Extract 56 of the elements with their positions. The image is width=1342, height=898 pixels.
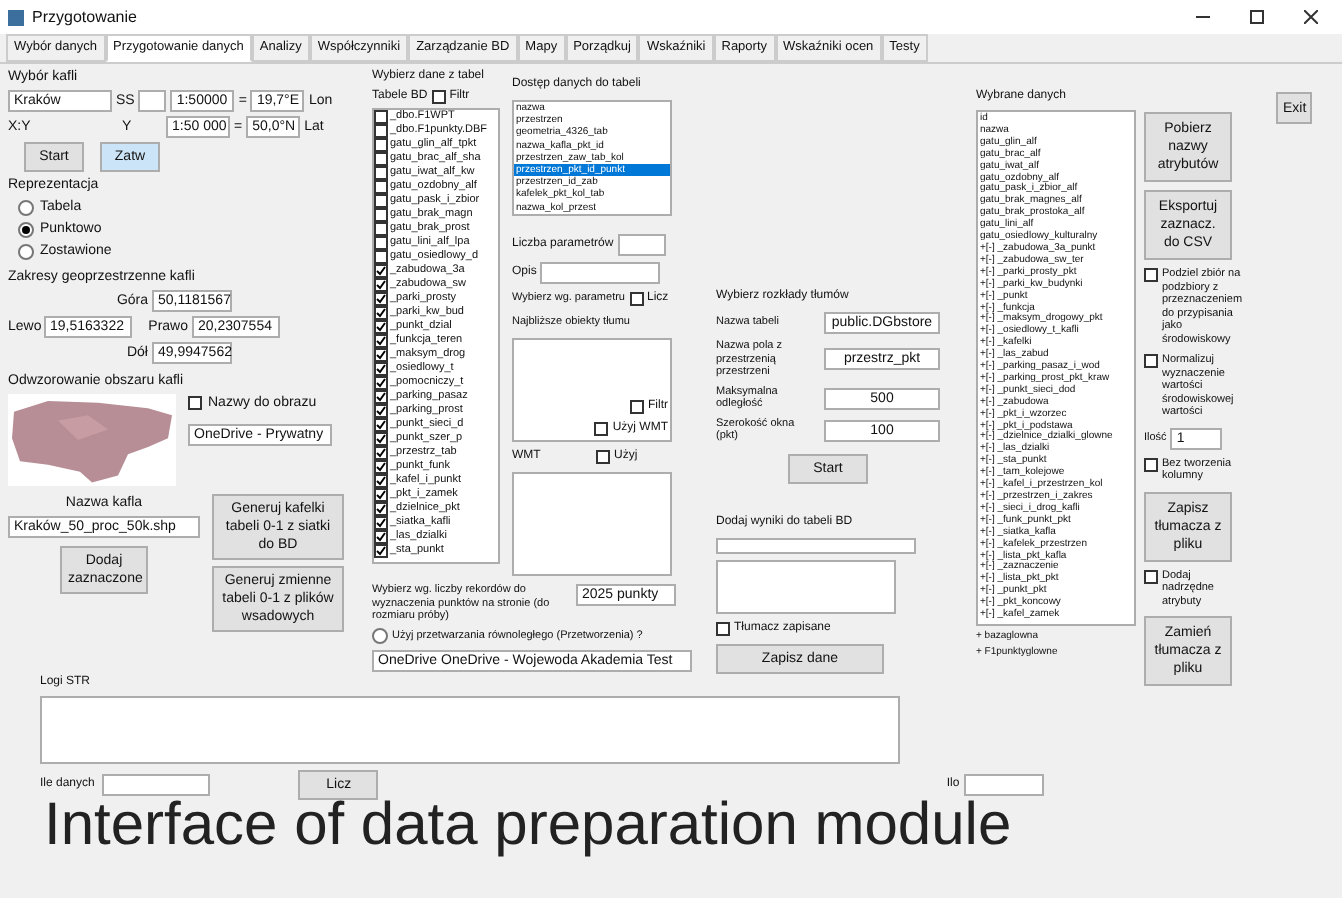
checkbox[interactable] <box>374 530 388 544</box>
checkbox[interactable] <box>596 450 610 464</box>
checkbox[interactable] <box>431 90 446 104</box>
input-field[interactable] <box>540 262 661 284</box>
window-title: Przygotowanie <box>32 8 137 26</box>
checkbox[interactable] <box>1144 354 1158 368</box>
checkbox[interactable] <box>374 390 388 404</box>
checkbox[interactable] <box>374 264 388 278</box>
radio-button[interactable] <box>18 243 34 259</box>
checkbox[interactable] <box>374 166 388 180</box>
checkbox[interactable] <box>374 306 388 320</box>
checkbox[interactable] <box>374 502 388 516</box>
checkbox[interactable] <box>374 516 388 530</box>
input-field[interactable] <box>617 234 666 256</box>
checkbox[interactable] <box>374 138 388 152</box>
checkbox[interactable] <box>1144 268 1158 282</box>
input-field[interactable] <box>102 774 211 796</box>
input-field[interactable] <box>138 90 167 112</box>
checkbox[interactable] <box>374 348 388 362</box>
checkbox[interactable] <box>374 544 388 558</box>
checkbox[interactable] <box>374 292 388 306</box>
checkbox[interactable] <box>374 432 388 446</box>
radio-button[interactable] <box>18 221 34 237</box>
checkbox[interactable] <box>374 250 388 264</box>
checkbox[interactable] <box>374 376 388 390</box>
checkbox[interactable] <box>629 292 643 306</box>
checkbox[interactable] <box>1144 457 1158 471</box>
checkbox[interactable] <box>594 422 609 436</box>
checkbox[interactable] <box>374 418 388 432</box>
checkbox[interactable] <box>374 488 388 502</box>
maximize-icon[interactable] <box>1250 10 1264 24</box>
checkbox[interactable] <box>374 362 388 376</box>
checkbox[interactable] <box>374 208 388 222</box>
checkbox[interactable] <box>374 180 388 194</box>
checkbox[interactable] <box>374 320 388 334</box>
radio-button[interactable] <box>18 199 34 215</box>
checkbox[interactable] <box>374 460 388 474</box>
close-icon[interactable] <box>1304 10 1318 24</box>
checkbox[interactable] <box>374 404 388 418</box>
checkbox[interactable] <box>188 396 202 410</box>
checkbox[interactable] <box>374 194 388 208</box>
input-field[interactable] <box>963 774 1044 796</box>
checkbox[interactable] <box>374 110 388 124</box>
checkbox[interactable] <box>374 334 388 348</box>
checkbox[interactable] <box>374 474 388 488</box>
app-icon <box>8 9 24 25</box>
checkbox[interactable] <box>716 622 730 636</box>
checkbox[interactable] <box>374 278 388 292</box>
checkbox[interactable] <box>374 446 388 460</box>
checkbox[interactable] <box>374 236 388 250</box>
checkbox[interactable] <box>374 124 388 138</box>
checkbox[interactable] <box>374 222 388 236</box>
checkbox[interactable] <box>630 400 644 414</box>
checkbox[interactable] <box>1144 569 1158 583</box>
checkbox[interactable] <box>374 152 388 166</box>
radio-button[interactable] <box>372 628 388 644</box>
